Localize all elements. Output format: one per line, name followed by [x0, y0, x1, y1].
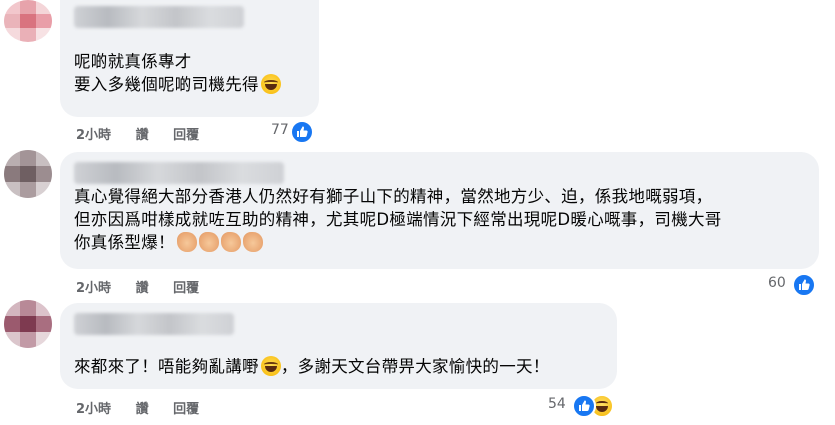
reply-button[interactable]: 回覆: [173, 402, 199, 417]
author-name-redacted[interactable]: [74, 6, 244, 28]
timestamp[interactable]: 2小時: [76, 128, 111, 143]
timestamp[interactable]: 2小時: [76, 402, 111, 417]
avatar[interactable]: [4, 150, 52, 198]
like-button[interactable]: 讚: [136, 402, 149, 417]
laughing-tears-emoji-icon: [260, 356, 281, 376]
like-reaction-icon: [572, 394, 596, 418]
comment-bubble: 呢啲就真係專才 要入多幾個呢啲司機先得: [60, 0, 319, 117]
author-name-redacted[interactable]: [74, 313, 234, 335]
reply-button[interactable]: 回覆: [173, 128, 199, 143]
laughing-tears-emoji-icon: [260, 74, 281, 94]
like-reaction-icon: [792, 273, 816, 297]
avatar[interactable]: [4, 300, 52, 348]
comment-bubble: 來都來了！唔能夠亂講嘢 ，多謝天文台帶畀大家愉快的一天！: [60, 303, 617, 389]
reaction-summary[interactable]: 60: [768, 273, 828, 297]
like-button[interactable]: 讚: [136, 281, 149, 296]
like-button[interactable]: 讚: [136, 128, 149, 143]
reaction-summary[interactable]: 54: [548, 394, 618, 418]
timestamp[interactable]: 2小時: [76, 281, 111, 296]
clapping-hands-emoji-icon: [220, 232, 241, 252]
comment-bubble: 真心覺得絕大部分香港人仍然好有獅子山下的精神，當然地方少、迫，係我地嘅弱項， 但…: [60, 152, 819, 269]
comment-actions: 2小時 讚 回覆: [76, 398, 219, 417]
like-reaction-icon: [290, 120, 314, 144]
comment-text: 真心覺得絕大部分香港人仍然好有獅子山下的精神，當然地方少、迫，係我地嘅弱項， 但…: [74, 187, 722, 252]
clapping-hands-emoji-icon: [242, 232, 263, 252]
clapping-hands-emoji-icon: [198, 232, 219, 252]
comment-text: 呢啲就真係專才 要入多幾個呢啲司機先得: [74, 50, 281, 96]
reaction-summary[interactable]: 77: [268, 120, 328, 144]
author-name-redacted[interactable]: [74, 162, 284, 184]
comment-text: 來都來了！唔能夠亂講嘢 ，多謝天文台帶畀大家愉快的一天！: [74, 356, 550, 376]
comment-actions: 2小時 讚 回覆: [76, 124, 219, 143]
reaction-count: 77: [271, 122, 289, 138]
clapping-hands-emoji-icon: [176, 232, 197, 252]
reaction-count: 54: [548, 396, 566, 412]
comment-actions: 2小時 讚 回覆: [76, 277, 219, 296]
reaction-count: 60: [768, 275, 786, 291]
avatar[interactable]: [4, 0, 52, 42]
reply-button[interactable]: 回覆: [173, 281, 199, 296]
